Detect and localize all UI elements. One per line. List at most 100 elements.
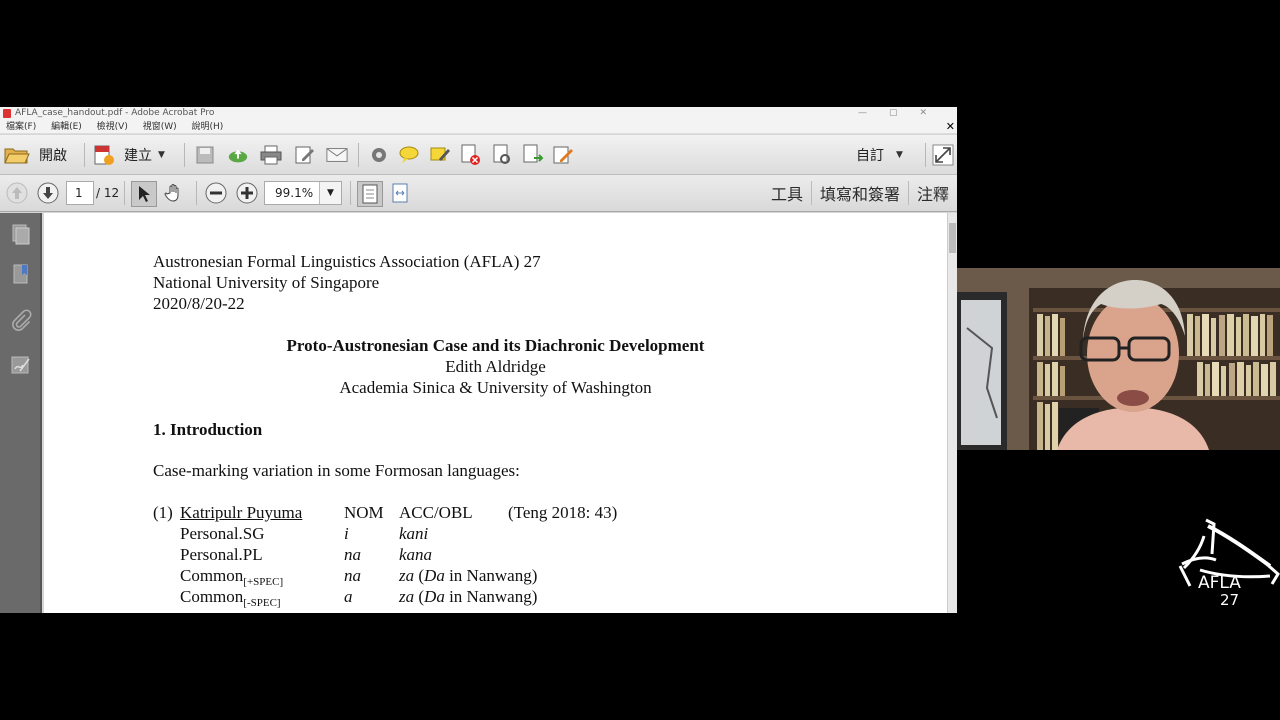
- example-language: Katripulr Puyuma: [180, 503, 303, 522]
- create-button[interactable]: 建立 ▼: [92, 143, 165, 167]
- zoom-level: 99.1%: [275, 186, 314, 200]
- affiliation: Academia Sinica & University of Washingt…: [339, 378, 652, 397]
- attachments-icon[interactable]: [10, 309, 32, 333]
- afla-boat-logo-icon: AFLA 27: [1178, 518, 1280, 609]
- save-icon[interactable]: [194, 144, 216, 166]
- window-controls[interactable]: —▢✕: [858, 107, 949, 120]
- menu-window[interactable]: 視窗(W): [143, 122, 177, 132]
- header-line-3: 2020/8/20-22: [153, 294, 245, 313]
- hand-icon: [164, 184, 179, 202]
- row-acc: kani: [399, 524, 429, 543]
- page-number-input[interactable]: 1: [66, 181, 94, 205]
- feature-subscript: [-SPEC]: [243, 597, 281, 609]
- chevron-down-icon[interactable]: ▼: [319, 182, 341, 204]
- header-line-1: Austronesian Formal Linguistics Associat…: [153, 252, 541, 271]
- zoom-in-button[interactable]: [236, 182, 258, 204]
- afla-logo-text: AFLA: [1198, 573, 1241, 593]
- intro-text: Case-marking variation in some Formosan …: [153, 461, 520, 480]
- delete-pdf-icon[interactable]: [460, 144, 482, 166]
- export-icon[interactable]: [522, 144, 544, 166]
- next-page-button[interactable]: [37, 182, 59, 204]
- scrollbar-thumb[interactable]: [949, 223, 956, 253]
- fit-width-button[interactable]: [389, 182, 411, 204]
- column-nom: NOM: [344, 503, 384, 522]
- vertical-scrollbar[interactable]: [947, 213, 957, 613]
- zoom-level-input[interactable]: 99.1% ▼: [264, 181, 342, 205]
- bookmarks-icon[interactable]: [10, 263, 32, 287]
- comment-pane-link[interactable]: 注釋: [907, 181, 957, 205]
- edit-icon[interactable]: [294, 144, 316, 166]
- signatures-icon[interactable]: [10, 353, 32, 377]
- gear-icon[interactable]: [368, 144, 390, 166]
- document-icon[interactable]: [491, 144, 513, 166]
- example-number: (1): [153, 503, 173, 522]
- speaker-video: [957, 268, 1280, 450]
- menu-file[interactable]: 檔案(F): [6, 122, 36, 132]
- chevron-down-icon: ▼: [896, 150, 903, 160]
- menu-help[interactable]: 說明(H): [192, 122, 224, 132]
- afla-logo-number: 27: [1220, 591, 1239, 608]
- fit-page-button[interactable]: [357, 181, 383, 207]
- author: Edith Aldridge: [445, 357, 546, 376]
- pdf-file-icon: [3, 109, 11, 118]
- maximize-button[interactable]: ▢: [889, 108, 920, 118]
- row-acc: za (Da in Nanwang): [399, 566, 538, 585]
- hand-tool-button[interactable]: [163, 182, 185, 204]
- select-tool-button[interactable]: [131, 181, 157, 207]
- menu-bar: 檔案(F) 編輯(E) 檢視(V) 視窗(W) 說明(H): [0, 120, 957, 134]
- open-label: 開啟: [39, 148, 67, 164]
- create-pdf-icon: [94, 145, 114, 165]
- menu-edit[interactable]: 編輯(E): [51, 122, 82, 132]
- row-nom: a: [344, 587, 353, 606]
- paper-title: Proto-Austronesian Case and its Diachron…: [286, 336, 705, 355]
- email-icon[interactable]: [326, 144, 348, 166]
- page-thumbnails-icon[interactable]: [10, 223, 32, 247]
- zoom-out-button[interactable]: [205, 182, 227, 204]
- fullscreen-icon[interactable]: [932, 144, 954, 166]
- row-nom: i: [344, 524, 349, 543]
- upload-cloud-icon[interactable]: [227, 144, 249, 166]
- left-navigation-panel: [0, 213, 42, 613]
- comment-icon[interactable]: [398, 144, 420, 166]
- cursor-arrow-icon: [139, 186, 150, 202]
- page-total: / 12: [96, 186, 120, 200]
- customize-dropdown[interactable]: 自訂 ▼: [856, 143, 903, 167]
- customize-label: 自訂: [856, 148, 884, 164]
- folder-open-icon: [4, 148, 30, 164]
- section-heading: 1. Introduction: [153, 420, 263, 439]
- window-title: AFLA_case_handout.pdf - Adobe Acrobat Pr…: [15, 108, 215, 118]
- menu-view[interactable]: 檢視(V): [97, 122, 128, 132]
- column-acc-obl: ACC/OBL: [399, 503, 473, 522]
- tools-pane-link[interactable]: 工具: [763, 181, 811, 205]
- minimize-button[interactable]: —: [858, 108, 889, 118]
- print-icon[interactable]: [260, 144, 282, 166]
- main-toolbar: 開啟 建立 ▼ 自訂 ▼: [0, 135, 957, 175]
- row-label-common-nonspec: Common[-SPEC]: [180, 587, 281, 609]
- navigation-toolbar: 1 / 12 99.1% ▼ 工具 填寫和簽署 注釋: [0, 175, 957, 212]
- highlight-icon[interactable]: [429, 144, 451, 166]
- row-nom: na: [344, 566, 361, 585]
- close-document-button[interactable]: ✕: [946, 120, 955, 134]
- open-button[interactable]: 開啟: [4, 143, 67, 167]
- create-label: 建立: [124, 148, 152, 164]
- plus-icon: [236, 182, 258, 204]
- pdf-page: Austronesian Formal Linguistics Associat…: [44, 213, 947, 613]
- minus-icon: [205, 182, 227, 204]
- title-bar: AFLA_case_handout.pdf - Adobe Acrobat Pr…: [0, 107, 957, 120]
- sign-icon[interactable]: [552, 144, 574, 166]
- fit-page-icon: [362, 184, 378, 204]
- row-acc: za (Da in Nanwang): [399, 587, 538, 606]
- speaker-video-image: [957, 268, 1280, 450]
- close-window-button[interactable]: ✕: [919, 108, 949, 118]
- fill-sign-pane-link[interactable]: 填寫和簽署: [810, 181, 908, 205]
- acrobat-window: AFLA_case_handout.pdf - Adobe Acrobat Pr…: [0, 107, 957, 613]
- citation: (Teng 2018: 43): [508, 503, 618, 522]
- chevron-down-icon: ▼: [158, 150, 165, 160]
- document-viewport[interactable]: Austronesian Formal Linguistics Associat…: [44, 213, 957, 613]
- row-label: Personal.PL: [180, 545, 263, 564]
- row-label: Personal.SG: [180, 524, 265, 543]
- fit-width-icon: [392, 183, 408, 203]
- previous-page-button[interactable]: [6, 182, 28, 204]
- task-panes: 工具 填寫和簽署 注釋: [763, 175, 957, 211]
- afla-logo: AFLA 27: [1174, 516, 1280, 609]
